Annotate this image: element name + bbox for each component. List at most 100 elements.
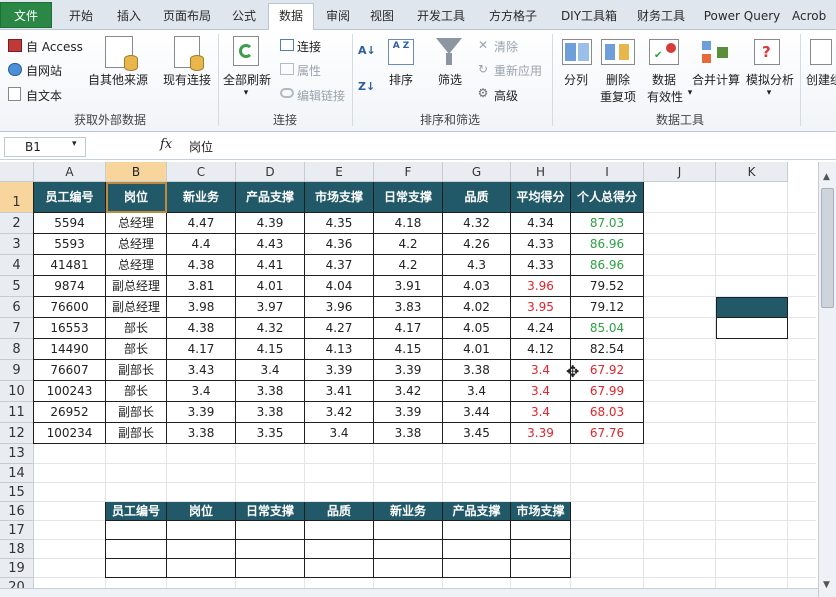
table-cell[interactable]: 3.38 xyxy=(236,381,305,402)
table-cell[interactable]: 67.99 xyxy=(571,381,644,402)
row-header[interactable]: 6 xyxy=(0,297,34,318)
table-cell[interactable]: 4.38 xyxy=(167,318,236,339)
row-header[interactable]: 13 xyxy=(0,444,34,464)
table-cell[interactable]: 4.04 xyxy=(305,276,374,297)
table-cell[interactable]: 部长 xyxy=(106,339,167,360)
table-cell[interactable]: 4.39 xyxy=(236,213,305,234)
table-cell[interactable]: 3.39 xyxy=(374,402,443,423)
table-cell[interactable]: 4.33 xyxy=(511,255,571,276)
tab-diy-toolbox[interactable]: DIY工具箱 xyxy=(551,4,627,30)
table-cell[interactable]: 4.32 xyxy=(443,213,511,234)
chevron-down-icon[interactable]: ▾ xyxy=(240,88,252,98)
row-header[interactable]: 3 xyxy=(0,234,34,255)
criteria-cell[interactable] xyxy=(511,540,571,559)
table-cell[interactable]: 副部长 xyxy=(106,360,167,381)
table-cell[interactable]: 部长 xyxy=(106,381,167,402)
table-cell[interactable]: 3.91 xyxy=(374,276,443,297)
table-cell[interactable]: 4.47 xyxy=(167,213,236,234)
edit-links-button[interactable]: 编辑链接 xyxy=(297,87,345,104)
sort-button[interactable]: 排序 xyxy=(386,71,416,88)
scroll-down-icon[interactable]: ▼ xyxy=(823,580,830,590)
table-cell[interactable]: 4.34 xyxy=(511,213,571,234)
table-cell[interactable]: 总经理 xyxy=(106,213,167,234)
criteria-cell[interactable] xyxy=(374,540,443,559)
table-cell[interactable]: 3.4 xyxy=(443,381,511,402)
table-cell[interactable]: 3.39 xyxy=(511,423,571,444)
advanced-button[interactable]: 高级 xyxy=(494,87,518,104)
sort-ascending-icon[interactable]: A↓ xyxy=(358,44,376,57)
column-header-i[interactable]: I xyxy=(571,162,644,182)
column-header-e[interactable]: E xyxy=(305,162,374,182)
filter-button[interactable]: 筛选 xyxy=(434,71,466,88)
fx-icon[interactable]: fx xyxy=(160,137,172,152)
table-cell[interactable]: 4.43 xyxy=(236,234,305,255)
table-cell[interactable]: 9874 xyxy=(34,276,106,297)
table-cell[interactable]: 76607 xyxy=(34,360,106,381)
table-cell[interactable]: 86.96 xyxy=(571,255,644,276)
row-header[interactable]: 2 xyxy=(0,213,34,234)
create-group-button[interactable]: 创建组 xyxy=(806,71,836,88)
table-cell[interactable]: 3.4 xyxy=(511,381,571,402)
table-cell[interactable]: 14490 xyxy=(34,339,106,360)
criteria-cell[interactable] xyxy=(106,559,167,578)
floating-box-cell[interactable] xyxy=(716,318,788,339)
tab-formulas[interactable]: 公式 xyxy=(222,4,266,30)
select-all-corner[interactable] xyxy=(0,162,34,182)
row-header[interactable]: 17 xyxy=(0,521,34,540)
criteria-cell[interactable] xyxy=(167,559,236,578)
table-cell[interactable]: 26952 xyxy=(34,402,106,423)
table-cell[interactable]: 3.35 xyxy=(236,423,305,444)
connections-button[interactable]: 连接 xyxy=(297,38,321,55)
tab-page-layout[interactable]: 页面布局 xyxy=(155,4,219,30)
table-cell[interactable]: 4.12 xyxy=(511,339,571,360)
reapply-button[interactable]: 重新应用 xyxy=(494,62,542,79)
row-header[interactable]: 9 xyxy=(0,360,34,381)
table-cell[interactable]: 4.15 xyxy=(236,339,305,360)
table-cell[interactable]: 总经理 xyxy=(106,255,167,276)
table-header-cell[interactable]: 市场支撑 xyxy=(305,182,374,213)
table-cell[interactable]: 76600 xyxy=(34,297,106,318)
criteria-cell[interactable] xyxy=(167,540,236,559)
table-cell[interactable]: 副部长 xyxy=(106,423,167,444)
from-access-button[interactable]: 自 Access xyxy=(26,38,83,55)
table-cell[interactable]: 3.39 xyxy=(305,360,374,381)
table-cell[interactable]: 4.2 xyxy=(374,234,443,255)
criteria-cell[interactable] xyxy=(236,521,305,540)
table-cell[interactable]: 3.41 xyxy=(305,381,374,402)
table-cell[interactable]: 4.36 xyxy=(305,234,374,255)
column-header-d[interactable]: D xyxy=(236,162,305,182)
table-header-cell[interactable]: 日常支撑 xyxy=(374,182,443,213)
criteria-cell[interactable] xyxy=(305,521,374,540)
tab-view[interactable]: 视图 xyxy=(362,4,402,30)
tab-developer[interactable]: 开发工具 xyxy=(408,4,474,30)
criteria-header-cell[interactable]: 员工编号 xyxy=(106,502,167,521)
table-cell[interactable]: 79.12 xyxy=(571,297,644,318)
table-header-cell[interactable]: 品质 xyxy=(443,182,511,213)
table-cell[interactable]: 3.4 xyxy=(167,381,236,402)
table-cell[interactable]: 4.33 xyxy=(511,234,571,255)
chevron-down-icon[interactable]: ▾ xyxy=(685,88,695,98)
row-header[interactable]: 19 xyxy=(0,559,34,578)
table-header-cell[interactable]: 平均得分 xyxy=(511,182,571,213)
table-cell[interactable]: 3.98 xyxy=(167,297,236,318)
tab-home[interactable]: 开始 xyxy=(58,4,104,30)
tab-finance-tools[interactable]: 财务工具 xyxy=(631,4,691,30)
table-header-cell[interactable]: 岗位 xyxy=(106,182,167,213)
table-cell[interactable]: 4.13 xyxy=(305,339,374,360)
table-cell[interactable]: 67.92 xyxy=(571,360,644,381)
criteria-cell[interactable] xyxy=(236,559,305,578)
table-cell[interactable]: 5593 xyxy=(34,234,106,255)
criteria-header-cell[interactable]: 品质 xyxy=(305,502,374,521)
table-cell[interactable]: 85.04 xyxy=(571,318,644,339)
vertical-scrollbar[interactable]: ▲ ▼ xyxy=(818,162,836,597)
row-header[interactable]: 8 xyxy=(0,339,34,360)
table-cell[interactable]: 100243 xyxy=(34,381,106,402)
table-header-cell[interactable]: 员工编号 xyxy=(34,182,106,213)
criteria-header-cell[interactable]: 产品支撑 xyxy=(443,502,511,521)
tab-data[interactable]: 数据 xyxy=(268,3,314,31)
criteria-cell[interactable] xyxy=(236,540,305,559)
criteria-header-cell[interactable]: 岗位 xyxy=(167,502,236,521)
clear-button[interactable]: 清除 xyxy=(494,38,518,55)
table-cell[interactable]: 87.03 xyxy=(571,213,644,234)
table-cell[interactable]: 4.17 xyxy=(167,339,236,360)
